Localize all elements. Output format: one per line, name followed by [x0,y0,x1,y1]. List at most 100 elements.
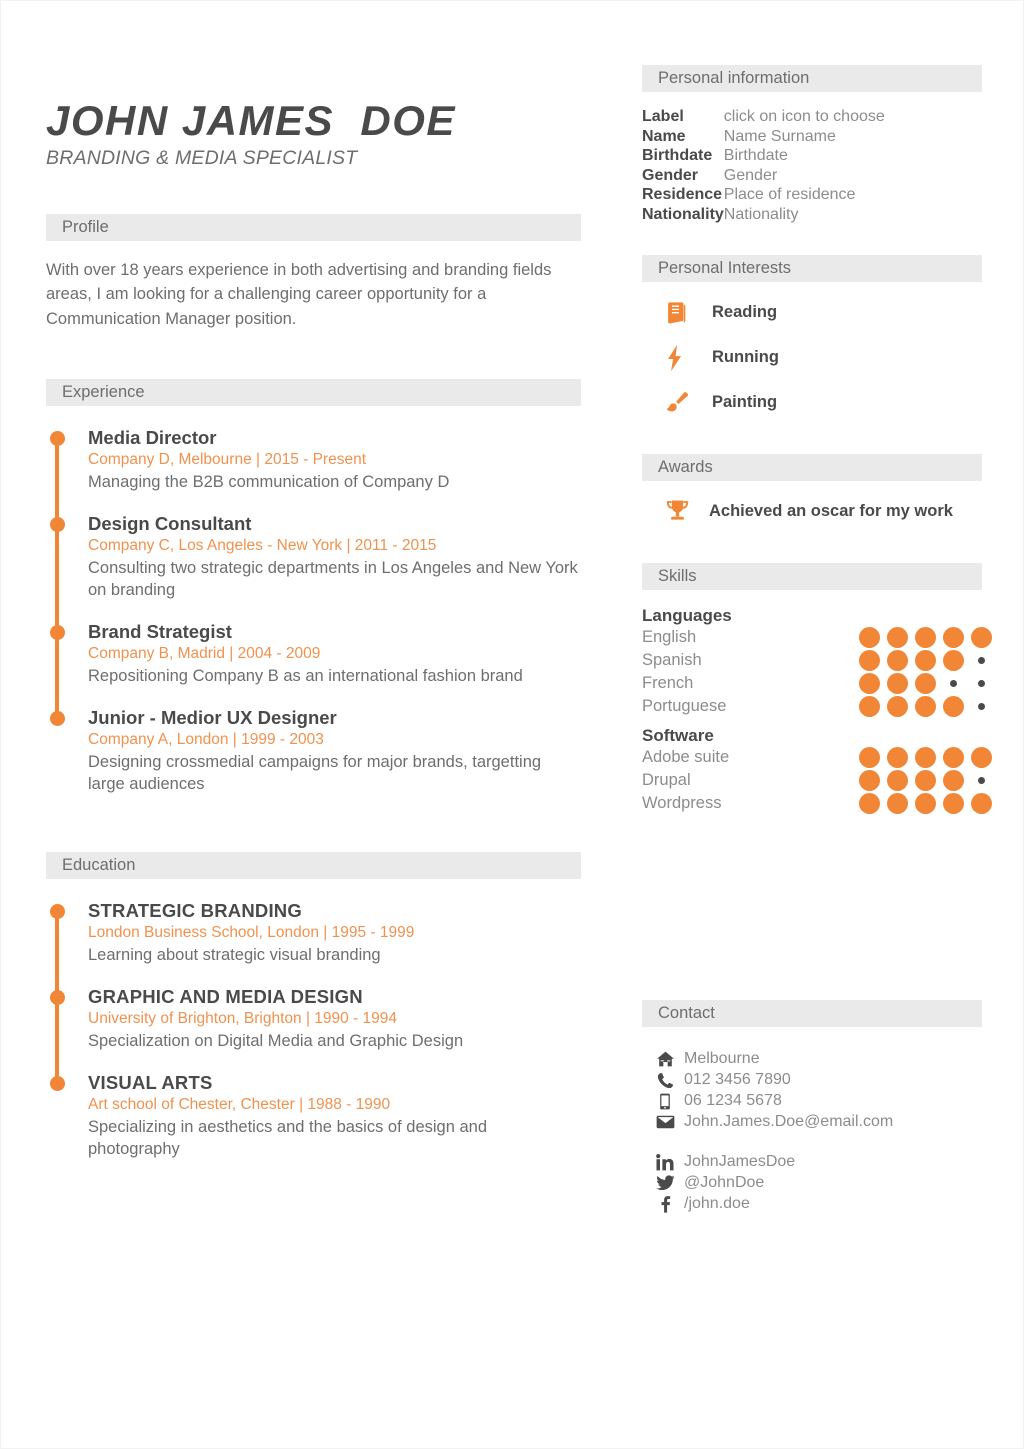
personal-info-value: Birthdate [723,147,788,165]
rating-dot-filled-icon [886,672,908,694]
rating-dot-cell [939,792,967,815]
contact-text: /john.doe [684,1195,750,1213]
personal-info-row: Birthdate Birthdate [642,146,885,166]
skill-group-title: Software [642,725,714,745]
personal-info-value: click on icon to choose [723,108,885,125]
rating-dot-filled-icon [858,746,880,768]
rating-dot-filled-icon [858,769,880,791]
timeline-dot-icon [50,710,65,726]
rating-dot-cell [967,649,995,672]
trophy-icon[interactable] [664,499,694,524]
contact-item[interactable]: 06 1234 5678 [652,1091,982,1112]
timeline-dot-icon [50,989,65,1005]
skill-name: Spanish [642,650,702,669]
book-icon[interactable] [664,299,694,327]
right-column: Personal information Label click on icon … [642,1,992,1215]
paintbrush-icon[interactable] [664,389,694,417]
contact-item[interactable]: /john.doe [652,1194,982,1215]
rating-dot-empty-icon [977,702,985,710]
section-header-education: Education [46,851,581,879]
section-header-contact: Contact [642,999,982,1027]
rating-dot-empty-icon [977,776,985,784]
personal-info-label: Name [642,127,686,145]
skill-rating [855,695,995,718]
skill-row: English [642,626,992,649]
personal-interest-item[interactable]: Painting [642,389,982,417]
rating-dot-cell [883,769,911,792]
skill-name: French [642,673,694,692]
rating-dot-filled-icon [942,769,964,791]
timeline-dot-icon [50,624,65,640]
entry-description: Learning about strategic visual branding [88,945,381,964]
rating-dot-filled-icon [914,649,936,671]
skill-rating [855,769,995,792]
rating-dot-filled-icon [886,626,908,648]
education-timeline: STRATEGIC BRANDING London Business School… [46,899,581,1161]
entry-meta: Company D, Melbourne | 2015 - Present [88,450,367,468]
contact-item[interactable]: JohnJamesDoe [652,1152,982,1173]
rating-dot-filled-icon [942,746,964,768]
rating-dot-cell [855,792,883,815]
rating-dot-empty-icon [977,656,985,664]
rating-dot-cell [911,695,939,718]
rating-dot-filled-icon [886,649,908,671]
entry-title: GRAPHIC AND MEDIA DESIGN [88,985,363,1007]
lightning-bolt-icon[interactable] [664,344,694,372]
left-column: JOHN JAMES DOE BRANDING & MEDIA SPECIALI… [46,1,581,1161]
contact-item[interactable]: 012 3456 7890 [652,1070,982,1091]
skill-row: Drupal [642,769,985,792]
mobile-icon [652,1093,678,1110]
section-header-profile: Profile [46,214,581,242]
rating-dot-filled-icon [858,695,880,717]
rating-dot-cell [939,695,967,718]
skill-row: Wordpress [642,792,992,815]
rating-dot-filled-icon [858,672,880,694]
timeline-dot-icon [50,516,65,532]
contact-text: JohnJamesDoe [684,1153,796,1171]
rating-dot-cell [911,649,939,672]
entry-description: Designing crossmedial campaigns for majo… [88,752,542,793]
skill-name: Portuguese [642,696,727,715]
section-header-experience: Experience [46,378,581,406]
entry-meta: Company C, Los Angeles - New York | 2011… [88,536,437,554]
entry-title: Brand Strategist [88,620,232,642]
rating-dot-filled-icon [914,769,936,791]
contact-item[interactable]: @JohnDoe [652,1173,982,1194]
resume-page: JOHN JAMES DOE BRANDING & MEDIA SPECIALI… [0,0,1024,1449]
experience-timeline: Media Director Company D, Melbourne | 201… [46,426,581,796]
contact-text: 06 1234 5678 [684,1092,782,1110]
contact-text: @JohnDoe [684,1174,765,1192]
entry-description: Repositioning Company B as an internatio… [88,666,523,685]
rating-dot-cell [967,672,995,695]
timeline-entry: VISUAL ARTS Art school of Chester, Cheste… [50,1071,581,1161]
entry-meta: London Business School, London | 1995 - … [88,923,415,941]
page-title: JOHN JAMES DOE [46,97,456,144]
rating-dot-filled-icon [886,695,908,717]
rating-dot-cell [939,769,967,792]
rating-dot-filled-icon [942,649,964,671]
phone-icon [652,1072,678,1089]
skill-name: Wordpress [642,793,722,812]
skill-row: Spanish [642,649,985,672]
rating-dot-filled-icon [886,792,908,814]
profile-text: With over 18 years experience in both ad… [46,261,552,328]
contact-item[interactable]: Melbourne [652,1049,982,1070]
award-item[interactable]: Achieved an oscar for my work [642,499,982,524]
contact-item[interactable]: John.James.Doe@email.com [652,1112,982,1133]
rating-dot-cell [855,672,883,695]
timeline-entry: Brand Strategist Company B, Madrid | 2004… [50,620,581,688]
entry-description: Managing the B2B communication of Compan… [88,472,450,491]
rating-dot-cell [939,626,967,649]
timeline-line [55,438,59,719]
rating-dot-cell [855,746,883,769]
entry-description: Specializing in aesthetics and the basic… [88,1117,488,1158]
rating-dot-cell [939,746,967,769]
entry-title: Media Director [88,426,217,448]
personal-interest-item[interactable]: Running [642,344,982,372]
rating-dot-cell [855,695,883,718]
personal-interests-list: Reading Running Painting [642,299,982,417]
rating-dot-cell [883,626,911,649]
personal-interest-item[interactable]: Reading [642,299,982,327]
rating-dot-cell [855,769,883,792]
skill-rating [855,626,995,649]
